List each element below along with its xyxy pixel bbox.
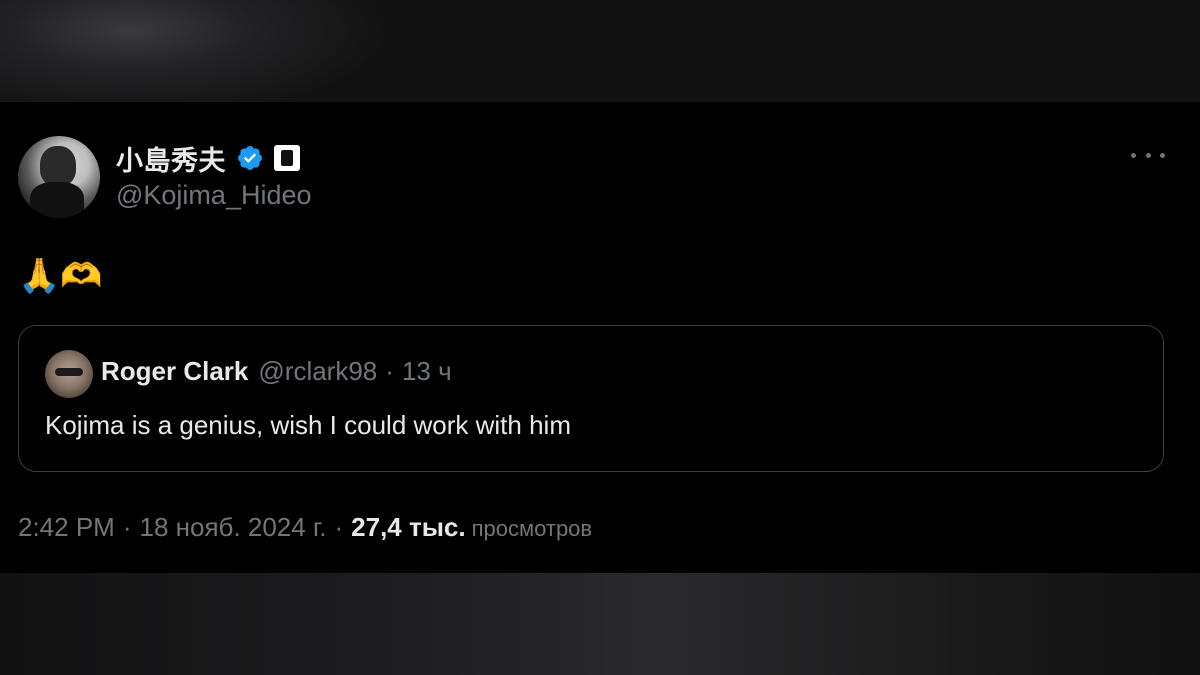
- tweet-meta: 2:42 PM · 18 нояб. 2024 г. · 27,4 тыс. п…: [18, 512, 592, 543]
- author-display-name[interactable]: 小島秀夫: [116, 139, 226, 178]
- quoted-separator: ·: [385, 356, 394, 386]
- tweet-text: 🙏🫶: [18, 257, 103, 295]
- author-avatar[interactable]: [18, 136, 100, 218]
- more-dot: [1160, 152, 1165, 158]
- quoted-text: Kojima is a genius, wish I could work wi…: [45, 410, 571, 440]
- quoted-handle[interactable]: @rclark98: [258, 356, 377, 387]
- quoted-header: Roger Clark @rclark98 · 13 ч: [101, 356, 452, 387]
- avatar-glasses-shape: [55, 368, 83, 376]
- quoted-display-name[interactable]: Roger Clark: [101, 356, 248, 387]
- blurred-background-bottom: [0, 573, 1200, 675]
- more-dot: [1131, 152, 1136, 158]
- tweet-date[interactable]: 18 нояб. 2024 г.: [140, 512, 327, 543]
- quoted-author-avatar[interactable]: [45, 350, 93, 398]
- avatar-head-shape: [40, 146, 76, 186]
- screenshot-frame: 小島秀夫 @Kojima_Hideo 🙏🫶 Roger Clark @rclar…: [0, 0, 1200, 675]
- meta-separator: ·: [334, 512, 344, 542]
- views-count[interactable]: 27,4 тыс.: [351, 512, 465, 543]
- blurred-background-top: [0, 0, 1200, 102]
- meta-separator: ·: [122, 512, 132, 542]
- tweet-time[interactable]: 2:42 PM: [18, 512, 115, 543]
- more-dot: [1145, 152, 1151, 158]
- views-label: просмотров: [471, 516, 593, 541]
- avatar-body-shape: [30, 182, 84, 218]
- more-options-icon[interactable]: [1131, 148, 1165, 162]
- author-handle[interactable]: @Kojima_Hideo: [116, 180, 312, 211]
- quoted-tweet[interactable]: Roger Clark @rclark98 · 13 ч Kojima is a…: [18, 325, 1164, 472]
- verified-badge-icon: [238, 146, 262, 170]
- tweet-card: 小島秀夫 @Kojima_Hideo 🙏🫶 Roger Clark @rclar…: [0, 102, 1200, 573]
- affiliate-badge-icon[interactable]: [274, 145, 300, 171]
- quoted-timestamp[interactable]: 13 ч: [402, 356, 452, 387]
- author-name-row: 小島秀夫: [116, 140, 300, 176]
